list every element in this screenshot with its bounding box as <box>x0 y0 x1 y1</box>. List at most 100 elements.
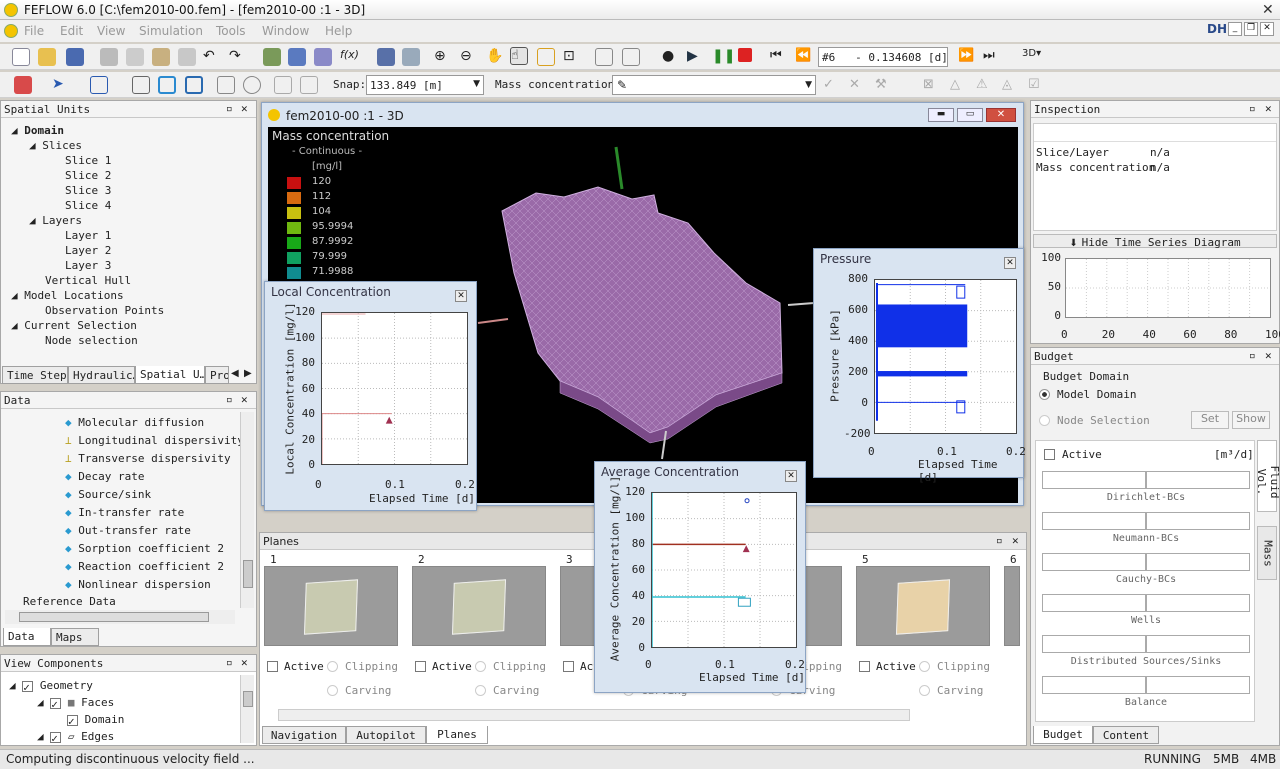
zoom-in-icon[interactable]: ⊕ <box>434 48 452 66</box>
vertical-scrollbar[interactable] <box>240 675 254 743</box>
scroll-thumb[interactable] <box>19 612 209 622</box>
tree-item-layers[interactable]: ◢ Layers <box>11 213 164 228</box>
close-icon[interactable]: ✕ <box>241 102 248 115</box>
minimize-icon[interactable]: _ <box>1228 22 1242 36</box>
minimize-icon[interactable]: ▬ <box>928 108 954 122</box>
close-icon[interactable]: ✕ <box>1004 257 1016 269</box>
active-checkbox[interactable] <box>563 661 574 672</box>
tab-autopilot[interactable]: Autopilot <box>346 726 426 744</box>
cancel-icon[interactable]: ✕ <box>849 77 867 95</box>
redo-sel-icon[interactable] <box>300 76 318 94</box>
paste-icon[interactable] <box>152 48 170 66</box>
clipping-radio[interactable] <box>327 661 338 672</box>
planes-scrollbar[interactable] <box>278 709 910 721</box>
next-icon[interactable]: ⏩ <box>958 48 976 66</box>
plane-thumbnail[interactable] <box>1004 566 1099 646</box>
tab-data[interactable]: Data <box>3 628 51 646</box>
plane-thumbnail[interactable] <box>412 566 546 646</box>
vertical-scrollbar[interactable] <box>240 412 254 608</box>
tree-item-slice[interactable]: Slice 1 <box>11 153 164 168</box>
float-icon[interactable]: ▫ <box>1249 349 1256 362</box>
data-item[interactable]: ◆ Reaction coefficient 2 <box>65 558 244 576</box>
float-icon[interactable]: ▫ <box>226 393 233 406</box>
globe-icon[interactable] <box>402 48 420 66</box>
view3d-icon[interactable]: 3D▾ <box>1022 48 1041 66</box>
view-forward-icon[interactable] <box>622 48 640 66</box>
stop-icon[interactable] <box>738 48 752 62</box>
frame-icon[interactable] <box>158 76 176 94</box>
tab-budget[interactable]: Budget <box>1033 726 1093 744</box>
expand-icon[interactable]: ◢ <box>11 124 18 137</box>
zoom-fit-icon[interactable]: ⊡ <box>563 48 581 66</box>
maximize-icon[interactable]: ▭ <box>957 108 983 122</box>
close-icon[interactable]: ✕ <box>785 470 797 482</box>
prev-icon[interactable]: ⏪ <box>795 48 813 66</box>
float-icon[interactable]: ▫ <box>226 102 233 115</box>
mesh-icon[interactable] <box>217 76 235 94</box>
active-checkbox[interactable] <box>859 661 870 672</box>
horizontal-scrollbar[interactable] <box>5 610 235 624</box>
tab-time-steps[interactable]: Time Steps <box>2 366 68 384</box>
close-icon[interactable]: ✕ <box>241 656 248 669</box>
tree-item-layer[interactable]: Layer 2 <box>11 243 164 258</box>
close-icon[interactable]: ✕ <box>986 108 1016 122</box>
tab-planes[interactable]: Planes <box>426 726 488 744</box>
menu-tools[interactable]: Tools <box>216 24 246 38</box>
vc-faces[interactable]: ◢ ■ Faces <box>9 694 124 713</box>
data-item[interactable]: ◆ Source/sink <box>65 486 244 504</box>
film-icon[interactable] <box>377 48 395 66</box>
restore-icon[interactable]: ❐ <box>1244 22 1258 36</box>
set-button[interactable]: Set <box>1191 411 1229 429</box>
menu-file[interactable]: File <box>24 24 44 38</box>
timestep-field[interactable]: #6 - 0.134608 [d] <box>818 47 948 67</box>
data-item[interactable]: ◆ Sorption coefficient 2 <box>65 540 244 558</box>
last-icon[interactable]: ⏭ <box>983 48 1001 66</box>
close-icon[interactable]: ✕ <box>1012 534 1019 547</box>
model-domain-radio[interactable] <box>1039 389 1050 400</box>
carving-radio[interactable] <box>475 685 486 696</box>
open-icon[interactable] <box>38 48 56 66</box>
tree-item-slice[interactable]: Slice 2 <box>11 168 164 183</box>
carving-radio[interactable] <box>919 685 930 696</box>
node-selection-radio[interactable] <box>1039 415 1050 426</box>
float-icon[interactable]: ▫ <box>996 534 1003 547</box>
active-checkbox[interactable] <box>415 661 426 672</box>
image-icon[interactable] <box>288 48 306 66</box>
undo-icon[interactable]: ↶ <box>203 48 221 66</box>
delete-icon[interactable]: ⊠ <box>923 77 941 95</box>
region-select-icon[interactable] <box>90 76 108 94</box>
data-item[interactable]: ⊥ Transverse dispersivity <box>65 450 244 468</box>
triangle-x-icon[interactable]: ◬ <box>1002 77 1020 95</box>
vc-edges[interactable]: ◢ ▱ Edges <box>9 728 124 747</box>
pan-icon[interactable]: ✋ <box>486 48 504 66</box>
vc-geometry[interactable]: ◢ Geometry <box>9 677 124 696</box>
checkbox[interactable] <box>50 696 62 713</box>
tools-icon[interactable]: ⚒ <box>875 77 893 95</box>
checkbox[interactable] <box>22 679 34 696</box>
frame2-icon[interactable] <box>185 76 203 94</box>
apply-icon[interactable]: ✓ <box>823 77 841 95</box>
menu-simulation[interactable]: Simulation <box>139 24 203 38</box>
data-item[interactable]: ◆ Decay rate <box>65 468 244 486</box>
grid-icon[interactable] <box>132 76 150 94</box>
save-icon[interactable] <box>66 48 84 66</box>
close-icon[interactable]: ✕ <box>1265 102 1272 115</box>
paste2-icon[interactable] <box>178 48 196 66</box>
show-button[interactable]: Show <box>1232 411 1270 429</box>
data-item[interactable]: ◆ Nonlinear dispersion <box>65 576 244 594</box>
local-plot-area[interactable]: ▲ <box>321 312 468 465</box>
close-icon[interactable]: ✕ <box>241 393 248 406</box>
tree-item-slice[interactable]: Slice 3 <box>11 183 164 198</box>
reference-data[interactable]: Reference Data <box>23 595 116 608</box>
record-icon[interactable]: ● <box>662 48 680 66</box>
scroll-thumb[interactable] <box>243 560 253 588</box>
side-tab-fluid-vol[interactable]: Fluid Vol. <box>1255 440 1280 512</box>
menu-view[interactable]: View <box>97 24 125 38</box>
close-icon[interactable]: ✕ <box>1262 2 1274 18</box>
plane-thumbnail[interactable] <box>856 566 990 646</box>
checkbox[interactable] <box>67 713 78 730</box>
zoom-rect-icon[interactable] <box>537 48 555 66</box>
cut-icon[interactable] <box>100 48 118 66</box>
menu-help[interactable]: Help <box>325 24 352 38</box>
float-icon[interactable]: ▫ <box>1249 102 1256 115</box>
